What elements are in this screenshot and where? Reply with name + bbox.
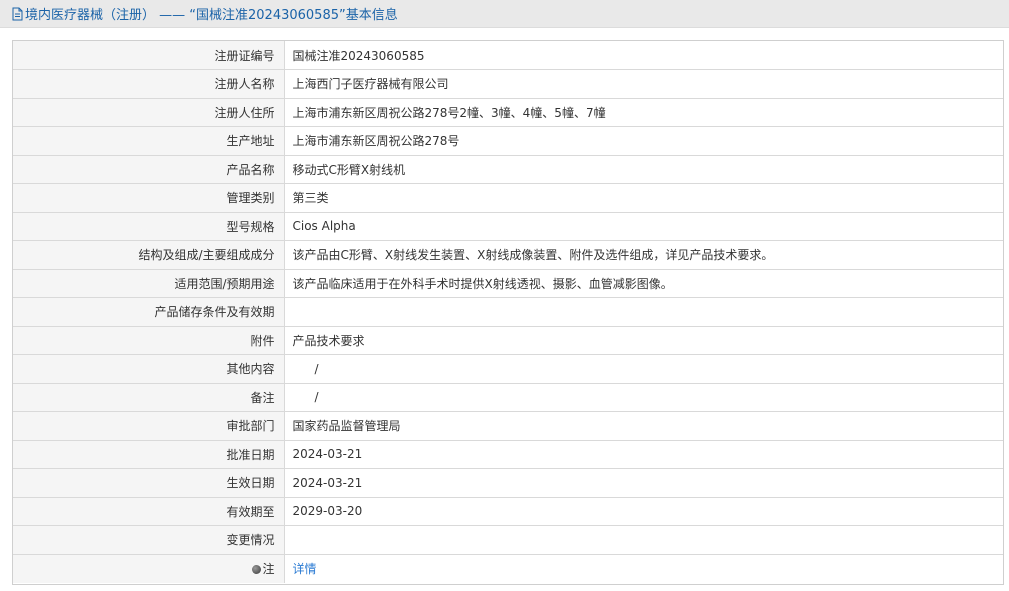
row-value: 2029-03-20 (284, 497, 1003, 526)
row-label: 附件 (13, 326, 285, 355)
table-row: 结构及组成/主要组成成分 该产品由C形臂、X射线发生装置、X射线成像装置、附件及… (13, 240, 1003, 270)
row-value: Cios Alpha (284, 212, 1003, 241)
row-label: 审批部门 (13, 411, 285, 441)
table-row: 型号规格 Cios Alpha (13, 212, 1003, 241)
row-label: 生产地址 (13, 126, 285, 156)
note-value-cell: 详情 (284, 554, 1003, 583)
page-title: 境内医疗器械（注册） —— “国械注准20243060585”基本信息 (25, 8, 398, 23)
row-label: 管理类别 (13, 183, 285, 213)
row-value (284, 525, 1003, 555)
note-label-cell: 注 (13, 554, 285, 583)
table-row: 生产地址 上海市浦东新区周祝公路278号 (13, 126, 1003, 156)
row-label: 产品名称 (13, 155, 285, 184)
table-row: 注册证编号 国械注准20243060585 (13, 41, 1003, 70)
row-value: 上海市浦东新区周祝公路278号 (284, 126, 1003, 156)
info-table: 注册证编号 国械注准20243060585 注册人名称 上海西门子医疗器械有限公… (13, 41, 1003, 583)
table-row: 变更情况 (13, 525, 1003, 555)
row-value: 移动式C形臂X射线机 (284, 155, 1003, 184)
info-table-panel: 注册证编号 国械注准20243060585 注册人名称 上海西门子医疗器械有限公… (12, 40, 1004, 585)
table-row: 产品储存条件及有效期 (13, 297, 1003, 327)
note-row: 注 详情 (13, 554, 1003, 583)
table-row: 批准日期 2024-03-21 (13, 440, 1003, 469)
table-row: 注册人住所 上海市浦东新区周祝公路278号2幢、3幢、4幢、5幢、7幢 (13, 98, 1003, 127)
row-label: 注册人名称 (13, 69, 285, 99)
row-label: 其他内容 (13, 354, 285, 384)
row-label: 注册证编号 (13, 41, 285, 70)
details-link[interactable]: 详情 (293, 562, 317, 576)
row-label: 适用范围/预期用途 (13, 269, 285, 298)
row-label: 生效日期 (13, 468, 285, 498)
row-value: 上海市浦东新区周祝公路278号2幢、3幢、4幢、5幢、7幢 (284, 98, 1003, 127)
row-value: 上海西门子医疗器械有限公司 (284, 69, 1003, 99)
table-row: 有效期至 2029-03-20 (13, 497, 1003, 526)
page-header: 境内医疗器械（注册） —— “国械注准20243060585”基本信息 (0, 0, 1009, 28)
row-label: 注册人住所 (13, 98, 285, 127)
table-row: 生效日期 2024-03-21 (13, 468, 1003, 498)
row-label: 备注 (13, 383, 285, 412)
table-row: 适用范围/预期用途 该产品临床适用于在外科手术时提供X射线透视、摄影、血管减影图… (13, 269, 1003, 298)
document-icon (12, 7, 23, 20)
row-label: 产品储存条件及有效期 (13, 297, 285, 327)
note-label: 注 (262, 562, 275, 576)
table-row: 产品名称 移动式C形臂X射线机 (13, 155, 1003, 184)
table-row: 管理类别 第三类 (13, 183, 1003, 213)
globe-icon (252, 565, 262, 574)
row-value: 产品技术要求 (284, 326, 1003, 355)
row-value (284, 297, 1003, 327)
row-value: 国械注准20243060585 (284, 41, 1003, 70)
row-label: 有效期至 (13, 497, 285, 526)
table-row: 备注 / (13, 383, 1003, 412)
row-value: 第三类 (284, 183, 1003, 213)
row-value: / (284, 383, 1003, 412)
table-row: 注册人名称 上海西门子医疗器械有限公司 (13, 69, 1003, 99)
row-label: 变更情况 (13, 525, 285, 555)
row-value: 2024-03-21 (284, 468, 1003, 498)
row-value: 2024-03-21 (284, 440, 1003, 469)
row-label: 型号规格 (13, 212, 285, 241)
row-label: 批准日期 (13, 440, 285, 469)
row-label: 结构及组成/主要组成成分 (13, 240, 285, 270)
table-row: 审批部门 国家药品监督管理局 (13, 411, 1003, 441)
table-row: 附件 产品技术要求 (13, 326, 1003, 355)
row-value: 该产品临床适用于在外科手术时提供X射线透视、摄影、血管减影图像。 (284, 269, 1003, 298)
table-row: 其他内容 / (13, 354, 1003, 384)
row-value: 国家药品监督管理局 (284, 411, 1003, 441)
row-value: / (284, 354, 1003, 384)
row-value: 该产品由C形臂、X射线发生装置、X射线成像装置、附件及选件组成，详见产品技术要求… (284, 240, 1003, 270)
